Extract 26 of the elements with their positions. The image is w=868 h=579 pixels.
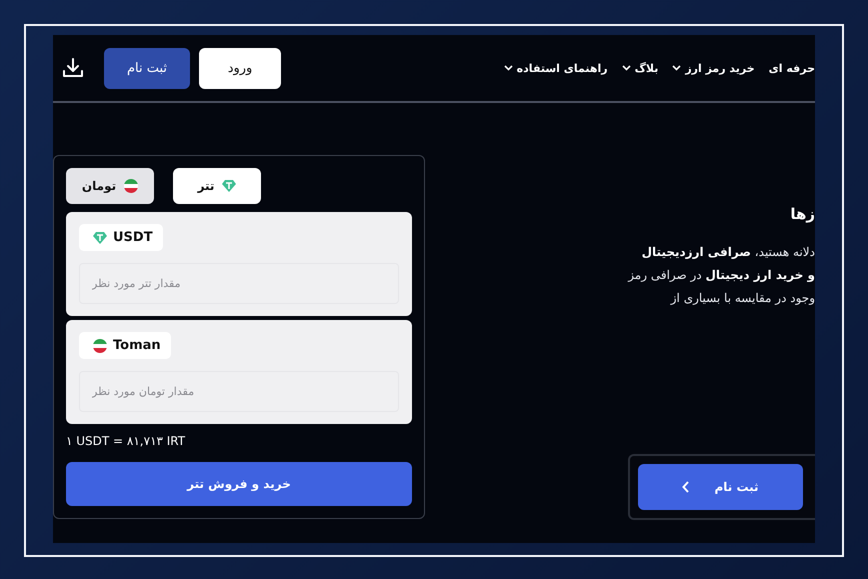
chevron-down-icon bbox=[672, 65, 682, 71]
nav-link[interactable]: خرید رمز ارز bbox=[672, 62, 755, 74]
chevron-down-icon bbox=[622, 65, 631, 71]
intro-text: و خرید ارز دیجیتال در صرافی رمز bbox=[628, 268, 815, 282]
currency-tab[interactable]: تتر bbox=[173, 168, 261, 204]
tether-icon bbox=[93, 230, 107, 245]
chevron-left-icon bbox=[682, 481, 690, 493]
section-heading: زها bbox=[790, 205, 815, 223]
register-button[interactable]: ثبت نام bbox=[104, 48, 190, 88]
nav-link[interactable]: حرفه ای bbox=[768, 62, 815, 74]
flag-icon bbox=[93, 338, 107, 353]
intro-text: دلانه هستید، صرافی ارزدیجیتال bbox=[642, 245, 815, 259]
login-button[interactable]: ورود bbox=[199, 48, 281, 88]
download-icon[interactable] bbox=[61, 56, 85, 80]
chevron-down-icon bbox=[504, 65, 513, 71]
nav-link[interactable]: بلاگ bbox=[622, 62, 658, 74]
intro-text: وجود در مقایسه با بسیاری از bbox=[670, 291, 815, 305]
currency-label: Toman bbox=[79, 332, 171, 360]
flag-icon bbox=[124, 179, 138, 193]
exchange-rate: ۱ USDT = ۸۱,۷۱۳ IRT bbox=[66, 434, 186, 448]
tether-icon bbox=[222, 179, 236, 193]
nav-link[interactable]: راهنمای استفاده bbox=[504, 62, 608, 74]
currency-label: USDT bbox=[79, 224, 163, 252]
buy-sell-button[interactable]: خرید و فروش تتر bbox=[66, 462, 412, 506]
currency-tab[interactable]: تومان bbox=[66, 168, 154, 204]
register-button[interactable]: ثبت نام bbox=[638, 464, 803, 510]
